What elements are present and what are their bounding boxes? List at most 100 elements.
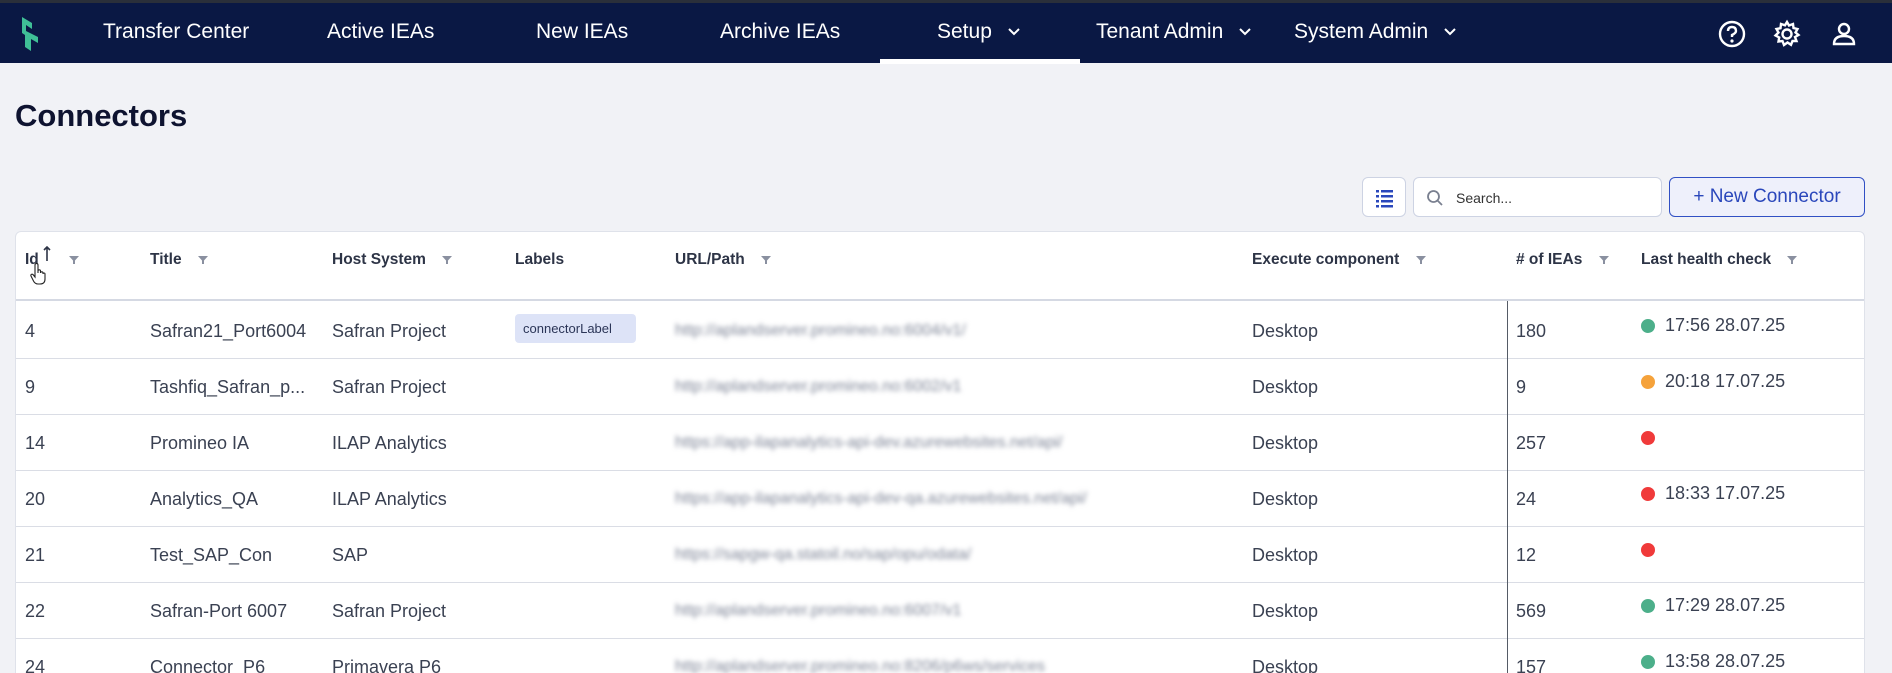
nav-tenant-admin[interactable]: Tenant Admin: [1096, 3, 1251, 63]
cell-execute-component: Desktop: [1252, 321, 1319, 341]
nav-system-admin[interactable]: System Admin: [1294, 3, 1456, 63]
nav-active-indicator: [880, 59, 1080, 64]
cell-num-ieas: 180: [1516, 321, 1547, 341]
cell-url-path: http://aplandserver.promineo.no:6002/v1: [675, 378, 962, 395]
header-url-path[interactable]: URL/Path: [675, 232, 772, 301]
cell-num-ieas: 12: [1516, 545, 1537, 565]
user-icon[interactable]: [1829, 19, 1859, 49]
chevron-down-icon: [1444, 28, 1456, 36]
nav-setup[interactable]: Setup: [937, 3, 1020, 63]
cell-health-check: 20:18 17.07.25: [1641, 359, 1785, 415]
cell-num-ieas: 24: [1516, 489, 1537, 509]
header-url-label: URL/Path: [675, 251, 745, 268]
cell-host-system: SAP: [332, 545, 369, 565]
sort-ascending-icon[interactable]: [43, 246, 51, 262]
status-ok-dot: [1641, 599, 1655, 614]
cell-title[interactable]: Safran21_Port6004: [150, 303, 306, 359]
table-row[interactable]: 9 Tashfiq_Safran_p... Safran Project htt…: [16, 359, 1864, 415]
nav-new-ieas[interactable]: New IEAs: [536, 3, 628, 63]
table-row[interactable]: 24 Connector_P6 Primavera P6 http://apla…: [16, 639, 1864, 673]
nav-transfer-center[interactable]: Transfer Center: [103, 3, 249, 63]
header-host-system[interactable]: Host System: [332, 232, 453, 301]
column-settings-button[interactable]: [1362, 177, 1406, 217]
cell-num-ieas: 257: [1516, 433, 1547, 453]
table-row[interactable]: 14 Promineo IA ILAP Analytics https://ap…: [16, 415, 1864, 471]
column-resize-divider[interactable]: [1507, 301, 1508, 673]
header-exec-label: Execute component: [1252, 251, 1400, 268]
cell-title[interactable]: Safran-Port 6007: [150, 583, 287, 639]
table-row[interactable]: 21 Test_SAP_Con SAP https://sapgw-qa.sta…: [16, 527, 1864, 583]
cell-execute-component: Desktop: [1252, 489, 1319, 509]
header-execute-component[interactable]: Execute component: [1252, 232, 1426, 301]
filter-icon[interactable]: [1415, 255, 1426, 265]
cell-execute-component: Desktop: [1252, 377, 1319, 397]
header-host-label: Host System: [332, 251, 426, 268]
cell-health-check: 17:56 28.07.25: [1641, 303, 1785, 359]
columns-list-icon: [1376, 190, 1393, 208]
header-labels: Labels: [515, 232, 564, 301]
cell-execute-component: Desktop: [1252, 433, 1319, 453]
search-input[interactable]: [1456, 186, 1651, 210]
cell-health-check: [1641, 415, 1665, 471]
cell-url-path: https://app-ilapanalytics-api-dev.azurew…: [675, 434, 1063, 451]
cell-execute-component: Desktop: [1252, 545, 1319, 565]
nav-new-ieas-label: New IEAs: [536, 20, 629, 43]
filter-icon[interactable]: [442, 255, 453, 265]
help-icon[interactable]: [1717, 19, 1747, 49]
cell-host-system: ILAP Analytics: [332, 489, 447, 509]
filter-icon[interactable]: [761, 255, 772, 265]
cell-url-path: http://aplandserver.promineo.no:6007/v1: [675, 602, 962, 619]
nav-active-ieas-label: Active IEAs: [327, 20, 435, 43]
cell-title[interactable]: Promineo IA: [150, 415, 249, 471]
cell-health-check: 18:33 17.07.25: [1641, 471, 1785, 527]
filter-icon[interactable]: [1787, 255, 1798, 265]
cell-num-ieas: 157: [1516, 657, 1547, 673]
search-icon: [1427, 190, 1443, 206]
new-connector-button[interactable]: + New Connector: [1669, 177, 1865, 217]
nav-active-ieas[interactable]: Active IEAs: [327, 3, 434, 63]
nav-system-admin-label: System Admin: [1294, 20, 1429, 43]
cell-url-path: http://aplandserver.promineo.no:8206/p6w…: [675, 658, 1045, 673]
cell-title[interactable]: Tashfiq_Safran_p...: [150, 359, 305, 415]
hand-cursor-icon: [30, 263, 46, 285]
cell-id: 24: [25, 657, 46, 673]
filter-icon[interactable]: [197, 255, 208, 265]
health-timestamp: 18:33 17.07.25: [1665, 483, 1786, 503]
cell-url-path: http://aplandserver.promineo.no:6004/v1/: [675, 322, 966, 339]
cell-host-system: Safran Project: [332, 601, 447, 621]
status-warning-dot: [1641, 375, 1655, 390]
nav-transfer-center-label: Transfer Center: [103, 20, 250, 43]
table-row[interactable]: 4 Safran21_Port6004 Safran Project conne…: [16, 303, 1864, 359]
header-health-label: Last health check: [1641, 251, 1772, 268]
settings-icon[interactable]: [1772, 19, 1802, 49]
app-logo-icon[interactable]: [18, 15, 44, 53]
chevron-down-icon: [1008, 28, 1020, 36]
header-title-label: Title: [150, 251, 182, 268]
cell-num-ieas: 569: [1516, 601, 1547, 621]
cell-title[interactable]: Connector_P6: [150, 639, 265, 673]
chevron-down-icon: [1239, 28, 1251, 36]
header-num-ieas[interactable]: # of IEAs: [1516, 232, 1609, 301]
health-timestamp: 17:56 28.07.25: [1665, 315, 1786, 335]
page-title: Connectors: [15, 98, 188, 133]
header-title[interactable]: Title: [150, 232, 208, 301]
cell-health-check: 17:29 28.07.25: [1641, 583, 1785, 639]
cell-host-system: Safran Project: [332, 377, 447, 397]
filter-icon[interactable]: [1598, 255, 1609, 265]
filter-icon[interactable]: [69, 255, 80, 265]
table-row[interactable]: 22 Safran-Port 6007 Safran Project http:…: [16, 583, 1864, 639]
cell-title[interactable]: Test_SAP_Con: [150, 527, 272, 583]
status-ok-dot: [1641, 655, 1655, 670]
cell-id: 20: [25, 489, 46, 509]
status-error-dot: [1641, 431, 1655, 446]
cell-url-path: https://app-ilapanalytics-api-dev-qa.azu…: [675, 490, 1087, 507]
cell-id: 9: [25, 377, 36, 397]
nav-archive-ieas[interactable]: Archive IEAs: [720, 3, 840, 63]
cell-title[interactable]: Analytics_QA: [150, 471, 258, 527]
nav-tenant-admin-label: Tenant Admin: [1096, 20, 1224, 43]
connector-label-chip[interactable]: connectorLabel: [515, 314, 636, 343]
cell-host-system: ILAP Analytics: [332, 433, 447, 453]
status-ok-dot: [1641, 319, 1655, 334]
table-row[interactable]: 20 Analytics_QA ILAP Analytics https://a…: [16, 471, 1864, 527]
header-last-health-check[interactable]: Last health check: [1641, 232, 1798, 301]
